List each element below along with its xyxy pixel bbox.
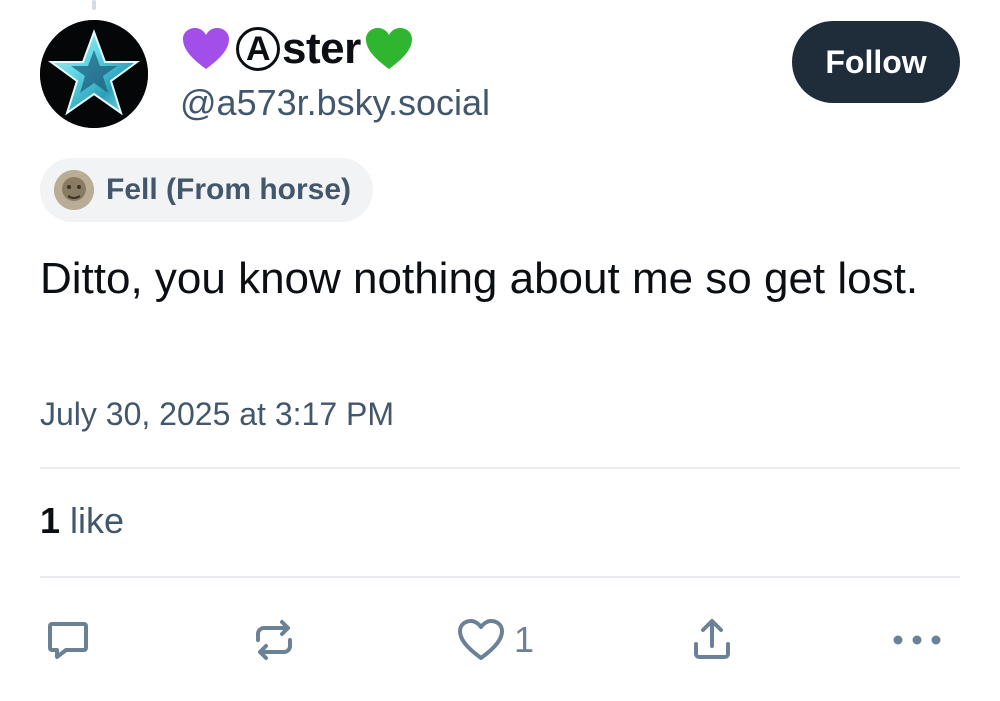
like-count: 1 <box>514 619 535 660</box>
heart-icon <box>458 619 504 660</box>
divider <box>40 576 960 578</box>
more-options-button[interactable] <box>890 612 944 668</box>
repost-icon <box>256 620 292 660</box>
post-timestamp: July 30, 2025 at 3:17 PM <box>40 396 394 432</box>
post-text: Ditto, you know nothing about me so get … <box>40 254 919 303</box>
moderation-label[interactable]: Fell (From horse) <box>40 158 374 222</box>
likes-stat[interactable]: 1 like <box>40 500 124 542</box>
repost-button[interactable] <box>250 612 298 668</box>
share-icon <box>694 619 730 659</box>
circled-letter: A <box>236 27 280 71</box>
author-handle[interactable]: @a573r.bsky.social <box>180 82 490 124</box>
likes-count: 1 <box>40 500 61 541</box>
like-button[interactable]: 1 <box>456 612 534 668</box>
label-text: Fell (From horse) <box>106 173 352 206</box>
avatar[interactable] <box>40 20 148 128</box>
more-icon <box>893 635 941 645</box>
display-name[interactable]: A ster <box>180 20 415 78</box>
reply-icon <box>48 622 88 659</box>
thread-line <box>92 0 96 10</box>
green-heart-icon <box>363 25 415 73</box>
label-avatar-image <box>54 170 94 210</box>
reply-button[interactable] <box>44 612 92 668</box>
likes-label: like <box>70 500 125 541</box>
share-button[interactable] <box>688 612 736 668</box>
divider <box>40 467 960 469</box>
display-name-text: ster <box>282 24 361 73</box>
purple-heart-icon <box>180 25 232 73</box>
star-avatar-image <box>40 20 148 128</box>
follow-button[interactable]: Follow <box>792 21 960 103</box>
